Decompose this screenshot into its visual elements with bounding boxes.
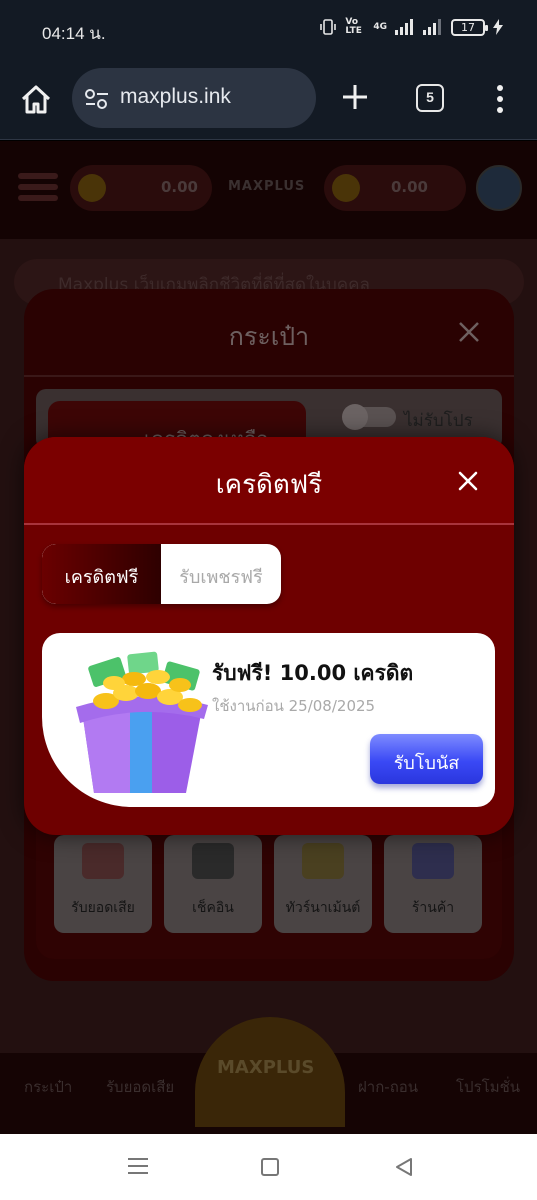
balance-pill-right[interactable]: 0.00: [324, 165, 466, 211]
diamond-icon: [332, 174, 360, 202]
close-icon[interactable]: [458, 471, 478, 491]
address-bar[interactable]: maxplus.ink: [72, 68, 316, 128]
tab-free-credit[interactable]: เครดิตฟรี: [42, 544, 161, 604]
claim-bonus-label: รับโบนัส: [393, 753, 460, 774]
home-icon[interactable]: [18, 82, 54, 118]
offer-expiry: ใช้งานก่อน 25/08/2025: [212, 697, 376, 715]
tile-label: ร้านค้า: [411, 900, 455, 916]
system-nav-bar: [0, 1134, 537, 1200]
tile-label: เช็คอิน: [192, 900, 234, 916]
close-icon[interactable]: [458, 321, 480, 343]
tile-shop[interactable]: ร้านค้า: [384, 835, 482, 933]
volte-indicator: Vo LTE: [345, 17, 362, 36]
signal-icon-2: [423, 19, 441, 35]
nav-deposit-withdraw[interactable]: ฝาก-ถอน: [358, 1075, 418, 1099]
site-bottom-nav: กระเป๋า รับยอดเสีย MAXPLUS ฝาก-ถอน โปรโม…: [0, 1017, 537, 1134]
tile-checkin[interactable]: เช็คอิน: [164, 835, 262, 933]
url-text: maxplus.ink: [120, 85, 231, 108]
dialog-header: เครดิตฟรี: [24, 437, 514, 525]
gift-box-icon: [76, 651, 208, 793]
tab-switcher-button[interactable]: 5: [416, 84, 444, 112]
diamond-value: 0.00: [390, 178, 428, 196]
no-promo-label: ไม่รับโปร: [404, 411, 473, 431]
site-settings-icon[interactable]: [84, 88, 110, 110]
rebate-icon: [82, 843, 124, 879]
tile-tournament[interactable]: ทัวร์นาเม้นต์: [274, 835, 372, 933]
menu-icon[interactable]: [18, 173, 58, 205]
shop-icon: [412, 843, 454, 879]
home-button-icon[interactable]: [261, 1158, 279, 1176]
coin-icon: [78, 174, 106, 202]
status-bar: 04:14 น. Vo LTE 4G 17: [0, 0, 537, 60]
tab-switch: เครดิตฟรี รับเพชรฟรี: [42, 544, 281, 604]
vibrate-icon: [320, 19, 337, 35]
balance-value: 0.00: [160, 178, 198, 196]
center-logo-text: MAXPLUS: [217, 1057, 315, 1078]
recent-apps-icon[interactable]: [128, 1158, 148, 1176]
tile-loss-rebate[interactable]: รับยอดเสีย: [54, 835, 152, 933]
tile-label: ทัวร์นาเม้นต์: [285, 900, 361, 916]
tab-free-diamond-label: รับเพชรฟรี: [179, 567, 263, 588]
nav-wallet[interactable]: กระเป๋า: [24, 1075, 72, 1099]
offer-title: รับฟรี! 10.00 เครดิต: [212, 661, 414, 685]
divider: [24, 375, 514, 377]
tab-free-credit-label: เครดิตฟรี: [64, 567, 139, 588]
wallet-title: กระเป๋า: [228, 322, 310, 351]
checkin-icon: [192, 843, 234, 879]
status-time: 04:14 น.: [42, 24, 106, 43]
site-header: 0.00 MAXPLUS 0.00: [0, 141, 537, 239]
dialog-title: เครดิตฟรี: [215, 470, 323, 500]
free-credit-dialog: เครดิตฟรี เครดิตฟรี รับเพชรฟรี รับฟรี! 1…: [24, 437, 514, 835]
back-icon[interactable]: [394, 1157, 414, 1177]
no-promo-toggle[interactable]: [342, 404, 396, 430]
tile-label: รับยอดเสีย: [71, 900, 135, 916]
more-menu-icon[interactable]: [494, 84, 506, 114]
tournament-icon: [302, 843, 344, 879]
offer-card: รับฟรี! 10.00 เครดิต ใช้งานก่อน 25/08/20…: [42, 633, 495, 807]
balance-pill-left[interactable]: 0.00: [70, 165, 212, 211]
status-icons: Vo LTE 4G 17: [319, 18, 503, 36]
new-tab-icon[interactable]: [340, 82, 370, 112]
battery-level: 17: [451, 18, 488, 36]
charging-icon: [493, 19, 503, 35]
nav-loss-rebate[interactable]: รับยอดเสีย: [106, 1075, 174, 1099]
avatar[interactable]: [476, 165, 522, 211]
site-logo: MAXPLUS: [228, 179, 306, 194]
nav-promotion[interactable]: โปรโมชั่น: [456, 1075, 520, 1099]
claim-bonus-button[interactable]: รับโบนัส: [370, 734, 483, 784]
network-type: 4G: [373, 21, 387, 32]
tab-free-diamond[interactable]: รับเพชรฟรี: [161, 544, 281, 604]
browser-toolbar: maxplus.ink 5: [0, 60, 537, 140]
signal-icon: [395, 19, 413, 35]
